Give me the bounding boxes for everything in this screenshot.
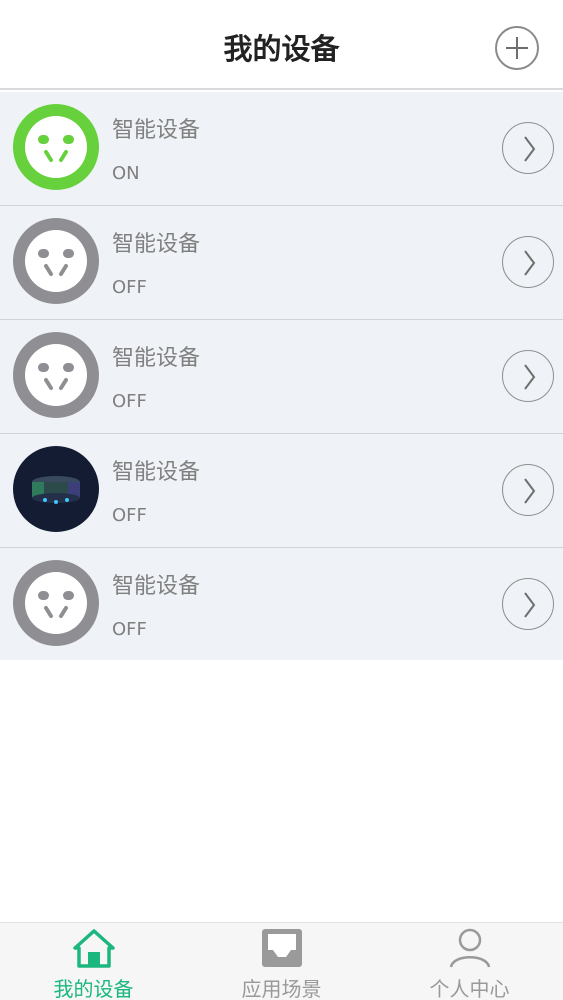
tab-app-scenes[interactable]: 应用场景 bbox=[188, 923, 375, 1000]
header-bar: 我的设备 bbox=[0, 0, 563, 90]
scene-icon bbox=[261, 929, 302, 967]
device-row[interactable]: 智能设备 OFF bbox=[0, 206, 563, 320]
device-detail-button[interactable] bbox=[502, 578, 554, 630]
device-detail-button[interactable] bbox=[502, 122, 554, 174]
chevron-right-icon bbox=[524, 478, 536, 504]
device-name: 智能设备 bbox=[112, 118, 201, 143]
tab-personal-center[interactable]: 个人中心 bbox=[376, 923, 563, 1000]
device-detail-button[interactable] bbox=[502, 350, 554, 402]
device-row[interactable]: 智能设备 ON bbox=[0, 92, 563, 206]
device-row[interactable]: 智能设备 OFF bbox=[0, 320, 563, 434]
add-device-button[interactable] bbox=[495, 26, 539, 70]
device-name: 智能设备 bbox=[112, 232, 201, 257]
tab-label: 我的设备 bbox=[53, 977, 134, 1000]
smart-plug-off-icon bbox=[13, 332, 99, 418]
chevron-right-icon bbox=[524, 136, 536, 162]
device-status: OFF bbox=[112, 619, 147, 640]
device-status: ON bbox=[112, 163, 140, 184]
device-status: OFF bbox=[112, 391, 147, 412]
device-name: 智能设备 bbox=[112, 574, 201, 599]
device-list: 智能设备 ON 智能设备 OFF 智能设备 OFF 智能设备 OFF 智能设备 … bbox=[0, 92, 563, 660]
smart-plug-on-icon bbox=[13, 104, 99, 190]
device-row[interactable]: 智能设备 OFF bbox=[0, 548, 563, 660]
device-row[interactable]: 智能设备 OFF bbox=[0, 434, 563, 548]
device-name: 智能设备 bbox=[112, 460, 201, 485]
tab-label: 个人中心 bbox=[429, 977, 510, 1000]
home-icon bbox=[72, 929, 115, 968]
chevron-right-icon bbox=[524, 592, 536, 618]
tab-label: 应用场景 bbox=[241, 977, 322, 1000]
smart-plug-off-icon bbox=[13, 218, 99, 304]
chevron-right-icon bbox=[524, 364, 536, 390]
device-status: OFF bbox=[112, 505, 147, 526]
device-name: 智能设备 bbox=[112, 346, 201, 371]
smart-plug-off-icon bbox=[13, 560, 99, 646]
person-icon bbox=[449, 928, 490, 968]
chevron-right-icon bbox=[524, 250, 536, 276]
tab-my-devices[interactable]: 我的设备 bbox=[0, 923, 187, 1000]
device-detail-button[interactable] bbox=[502, 464, 554, 516]
device-status: OFF bbox=[112, 277, 147, 298]
page-title: 我的设备 bbox=[223, 32, 340, 66]
device-detail-button[interactable] bbox=[502, 236, 554, 288]
smart-lamp-icon bbox=[13, 446, 99, 532]
bottom-tab-bar: 我的设备 应用场景 个人中心 bbox=[0, 922, 563, 1000]
